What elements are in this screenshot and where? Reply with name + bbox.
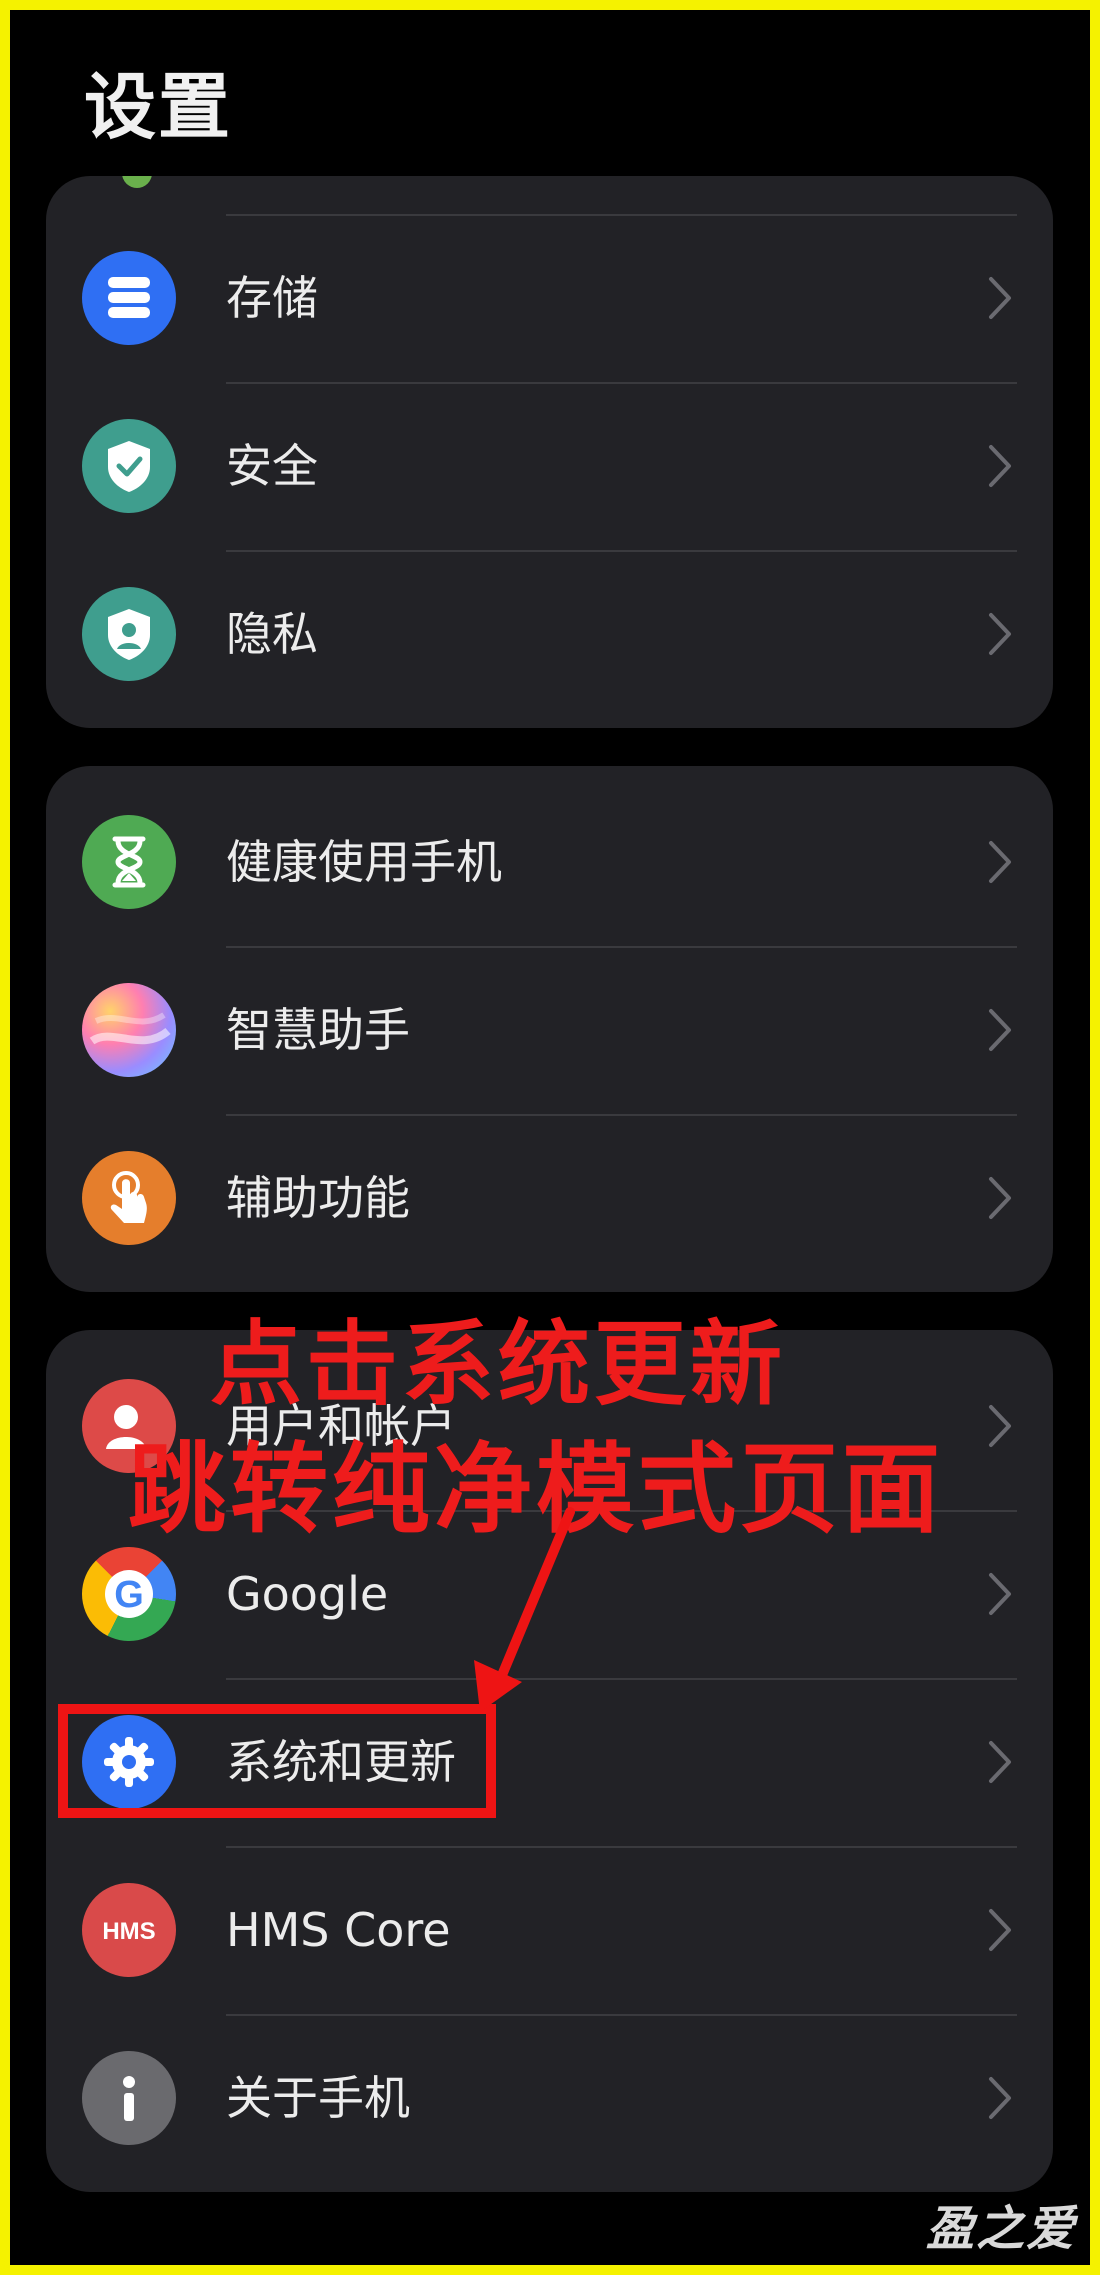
settings-item-storage[interactable]: 存储 <box>46 214 1053 382</box>
chevron-right-icon <box>989 1573 1011 1615</box>
chevron-right-icon <box>989 2077 1011 2119</box>
annotation-highlight-box <box>58 1704 496 1818</box>
chevron-right-icon <box>989 1177 1011 1219</box>
settings-item-security[interactable]: 安全 <box>46 382 1053 550</box>
settings-item-label: 智慧助手 <box>226 1003 410 1057</box>
divider <box>226 550 1017 552</box>
chevron-right-icon <box>989 1009 1011 1051</box>
settings-item-hms-core[interactable]: HMS HMS Core <box>46 1846 1053 2014</box>
settings-group-1: 存储 安全 隐私 <box>46 176 1053 728</box>
settings-item-label: HMS Core <box>226 1903 451 1957</box>
chevron-right-icon <box>989 277 1011 319</box>
settings-item-digital-balance[interactable]: 健康使用手机 <box>46 778 1053 946</box>
settings-item-label: 安全 <box>226 439 318 493</box>
chevron-right-icon <box>989 613 1011 655</box>
settings-item-about-phone[interactable]: 关于手机 <box>46 2014 1053 2182</box>
settings-item-accessibility[interactable]: 辅助功能 <box>46 1114 1053 1282</box>
watermark: 盈之爱 <box>925 2201 1076 2257</box>
storage-icon <box>82 251 176 345</box>
page-title: 设置 <box>84 65 233 149</box>
settings-item-privacy[interactable]: 隐私 <box>46 550 1053 718</box>
settings-item-label: 健康使用手机 <box>226 835 502 889</box>
chevron-right-icon <box>989 1909 1011 1951</box>
gradient-orb-icon <box>82 983 176 1077</box>
annotation-line-2: 跳转纯净模式页面 <box>128 1432 945 1547</box>
settings-item-smart-assistant[interactable]: 智慧助手 <box>46 946 1053 1114</box>
hourglass-icon <box>82 815 176 909</box>
google-icon: G <box>82 1547 176 1641</box>
svg-text:HMS: HMS <box>102 1918 155 1945</box>
privacy-shield-icon <box>82 587 176 681</box>
chevron-right-icon <box>989 1405 1011 1447</box>
chevron-right-icon <box>989 445 1011 487</box>
divider <box>226 214 1017 216</box>
settings-item-label: 隐私 <box>226 607 318 661</box>
settings-group-2: 健康使用手机 智慧助手 辅助功能 <box>46 766 1053 1292</box>
chevron-right-icon <box>989 841 1011 883</box>
partial-icon <box>122 176 152 188</box>
hms-icon: HMS <box>82 1883 176 1977</box>
annotation-line-1: 点击系统更新 <box>210 1310 787 1418</box>
settings-item-label: 辅助功能 <box>226 1171 410 1225</box>
svg-text:G: G <box>114 1574 144 1616</box>
tap-hand-icon <box>82 1151 176 1245</box>
divider <box>226 382 1017 384</box>
info-icon <box>82 2051 176 2145</box>
settings-item-label: 存储 <box>226 271 318 325</box>
settings-item-label: 关于手机 <box>226 2071 410 2125</box>
shield-check-icon <box>82 419 176 513</box>
chevron-right-icon <box>989 1741 1011 1783</box>
